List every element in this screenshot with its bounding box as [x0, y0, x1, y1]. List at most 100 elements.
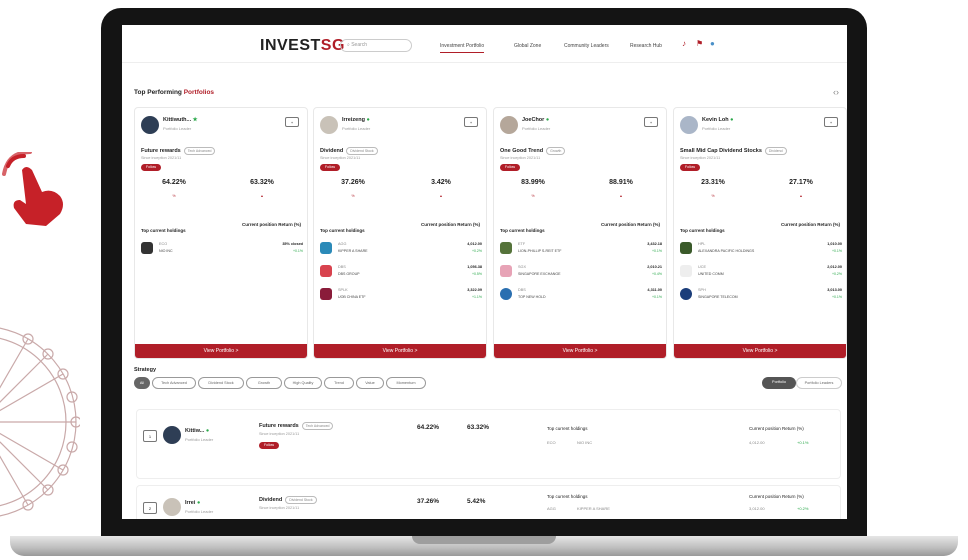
- leader-name[interactable]: Kittiw... ●: [185, 428, 209, 434]
- avatar: [141, 116, 159, 134]
- search-icon: ⌕: [347, 42, 350, 48]
- leader-role: Portfolio Leader: [342, 126, 371, 131]
- position-return-title: Current position Return (%): [749, 426, 804, 431]
- nav-investment-portfolio[interactable]: Investment Portfolio: [440, 43, 485, 53]
- holding-row[interactable]: SPH SINGAPORE TELECOM 3,013.00 +0.1%: [680, 287, 842, 305]
- holding-row[interactable]: SGX SINGAPORE EXCHANGE 2,010.21 +0.4%: [500, 264, 662, 282]
- follow-button[interactable]: +: [644, 117, 658, 127]
- search-input[interactable]: ⌕ Search: [340, 39, 412, 52]
- rank-badge: 2: [143, 502, 157, 514]
- return-value: 64.22%: [417, 424, 440, 431]
- filter-chip[interactable]: Dividend Stock: [198, 377, 244, 389]
- flag-icon[interactable]: ⚑: [696, 39, 703, 48]
- portfolio-name: Dividend Dividend Stock: [320, 147, 378, 155]
- holding-price: 3,322.09: [467, 288, 482, 292]
- toggle-portfolio-leaders[interactable]: Portfolio Leaders: [796, 377, 842, 389]
- holdings-title: Top current holdings: [141, 228, 186, 233]
- position-return-title: Current position Return (%): [749, 494, 804, 499]
- holding-ticker: ETF: [518, 242, 526, 246]
- nav-research-hub[interactable]: Research Hub: [630, 43, 662, 49]
- stock-logo-icon: [680, 242, 692, 254]
- strategy-row[interactable]: 2 Irrei ● Portfolio Leader Dividend Divid…: [136, 485, 841, 519]
- rank-badge: 1: [143, 430, 157, 442]
- bell-icon[interactable]: ♪: [682, 39, 686, 48]
- holding-row[interactable]: SPLK UOB CHINA ETF 3,322.09 +1.1%: [320, 287, 482, 305]
- carousel-arrows-icon[interactable]: ‹›: [833, 87, 839, 97]
- holding-change: +0.5%: [471, 272, 482, 276]
- avatar: [320, 116, 338, 134]
- toggle-portfolio[interactable]: Portfolio: [762, 377, 796, 389]
- holding-price: 35% closed: [282, 242, 303, 246]
- holding-name: SINGAPORE EXCHANGE: [518, 272, 561, 276]
- leader-name[interactable]: Irreizeng ●: [342, 117, 370, 123]
- inception-date: Since inception 2021/11: [500, 156, 541, 160]
- avatar: [500, 116, 518, 134]
- leader-name[interactable]: Kittiwuth... ★: [163, 117, 198, 123]
- holding-ticker: AGG: [547, 506, 556, 511]
- follow-badge[interactable]: Follow: [680, 164, 700, 171]
- view-portfolio-button[interactable]: View Portfolio >: [674, 344, 846, 358]
- follow-badge[interactable]: Follow: [141, 164, 161, 171]
- leader-role: Portfolio Leader: [185, 509, 214, 514]
- avatar[interactable]: ●: [710, 39, 715, 48]
- top-nav: INVESTSG ⌕ Search Investment Portfolio G…: [122, 25, 847, 63]
- holding-row[interactable]: ECO NIO INC 35% closed +0.1%: [141, 241, 303, 259]
- follow-button[interactable]: +: [464, 117, 478, 127]
- position-value: 3,012.00: [749, 506, 765, 511]
- stock-logo-icon: [500, 288, 512, 300]
- nav-community-leaders[interactable]: Community Leaders: [564, 43, 609, 49]
- holding-change: +0.1%: [651, 295, 662, 299]
- holding-row[interactable]: DBS DBS GROUP 1,056.38 +0.5%: [320, 264, 482, 282]
- filter-chip[interactable]: Growth: [246, 377, 282, 389]
- position-change: +0.1%: [797, 440, 809, 445]
- verified-icon: ★: [192, 117, 198, 123]
- ferris-wheel-icon: [0, 327, 80, 517]
- leader-name[interactable]: Kevin Loh ●: [702, 117, 733, 123]
- follow-button[interactable]: +: [824, 117, 838, 127]
- filter-chip-all[interactable]: All: [134, 377, 150, 389]
- holding-price: 1,056.38: [467, 265, 482, 269]
- return-stat: 63.32% ▲: [250, 179, 274, 198]
- follow-badge[interactable]: Follow: [500, 164, 520, 171]
- marketing-image: INVESTSG ⌕ Search Investment Portfolio G…: [0, 0, 968, 560]
- strategy-row[interactable]: 1 Kittiw... ● Portfolio Leader Future re…: [136, 409, 841, 479]
- holding-row[interactable]: UCE UNITED COMM 2,012.00 +0.2%: [680, 264, 842, 282]
- stock-logo-icon: [680, 288, 692, 300]
- holdings-title: Top current holdings: [680, 228, 725, 233]
- leader-name[interactable]: Irrei ●: [185, 500, 200, 506]
- portfolio-card: Kittiwuth... ★ Portfolio Leader + Future…: [134, 107, 308, 359]
- view-portfolio-button[interactable]: View Portfolio >: [135, 344, 307, 358]
- filter-chip[interactable]: Value: [356, 377, 384, 389]
- view-portfolio-button[interactable]: View Portfolio >: [494, 344, 666, 358]
- holding-ticker: HPL: [698, 242, 706, 246]
- return-stat: 27.17% ▲: [789, 179, 813, 198]
- stock-logo-icon: [500, 265, 512, 277]
- holding-row[interactable]: DBS TOP NEW HOLD 4,311.00 +0.1%: [500, 287, 662, 305]
- view-portfolio-button[interactable]: View Portfolio >: [314, 344, 486, 358]
- filter-chip[interactable]: Tech Advanced: [152, 377, 196, 389]
- holding-name: UOB CHINA ETF: [338, 295, 366, 299]
- holding-ticker: ECO: [547, 440, 556, 445]
- return-stat: 23.31%%: [701, 179, 725, 198]
- nav-global-zone[interactable]: Global Zone: [514, 43, 541, 49]
- brand-logo[interactable]: INVESTSG: [260, 37, 345, 55]
- portfolio-name: Small Mid Cap Dividend Stocks Dividend: [680, 147, 787, 155]
- holding-name: DBS GROUP: [338, 272, 360, 276]
- filter-chip[interactable]: Momentum: [386, 377, 426, 389]
- holding-name: NIO INC: [159, 249, 173, 253]
- leader-role: Portfolio Leader: [185, 437, 214, 442]
- leader-role: Portfolio Leader: [702, 126, 731, 131]
- follow-button[interactable]: +: [285, 117, 299, 127]
- follow-badge[interactable]: Follow: [320, 164, 340, 171]
- holding-row[interactable]: ETF LION-PHILLIP S-REIT ETF 3,432.18 +0.…: [500, 241, 662, 259]
- holding-row[interactable]: HPL ALEXANDRA PACIFIC HOLDINGS 1,010.00 …: [680, 241, 842, 259]
- holding-row[interactable]: AGG KIPPER A SHARE 4,012.00 +0.2%: [320, 241, 482, 259]
- return-stat: 3.42% ▲: [431, 179, 451, 198]
- leader-name[interactable]: JoeChor ●: [522, 117, 549, 123]
- filter-chip[interactable]: Trend: [324, 377, 354, 389]
- filter-chip[interactable]: High Quality: [284, 377, 322, 389]
- holding-change: +0.1%: [651, 249, 662, 253]
- follow-badge[interactable]: Follow: [259, 442, 279, 449]
- stock-logo-icon: [680, 265, 692, 277]
- holdings-title: Top current holdings: [320, 228, 365, 233]
